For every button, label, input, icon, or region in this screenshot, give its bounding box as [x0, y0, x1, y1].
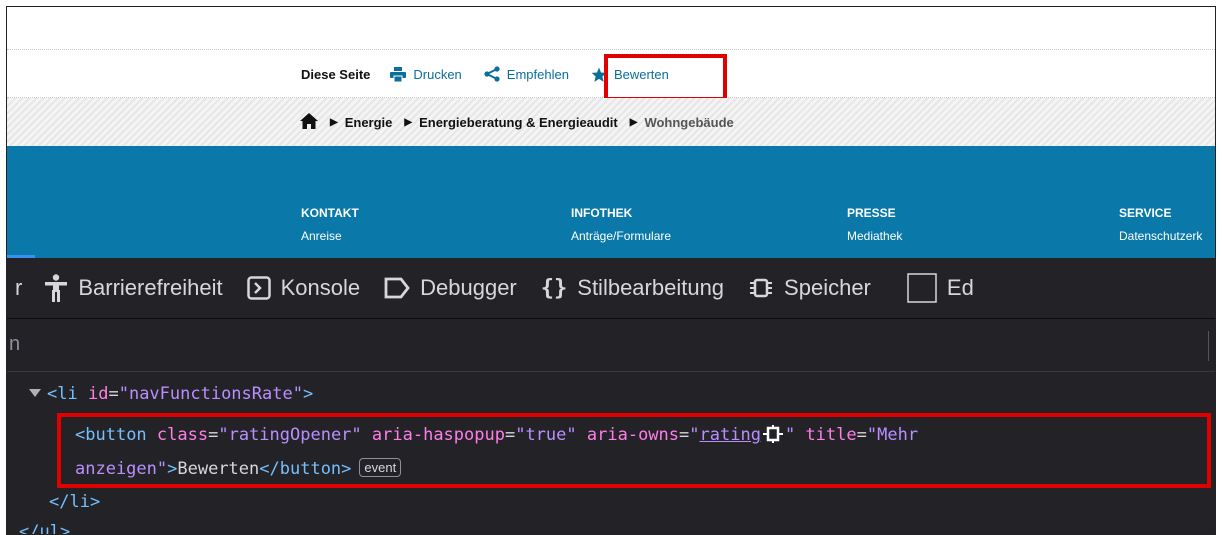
expand-triangle-icon[interactable] [29, 389, 41, 397]
tab-accessibility[interactable]: Barrierefreiheit [44, 274, 223, 302]
nav-link[interactable]: Anreise [301, 229, 359, 243]
style-editor-icon: {} [540, 275, 568, 301]
rate-highlight-box [604, 54, 727, 101]
share-link[interactable]: Empfehlen [484, 66, 569, 82]
devtools-tab-bar: r Barrierefreiheit Konsole Debugger {} S… [7, 258, 1215, 318]
tab-label: r [15, 275, 23, 300]
nav-column-infothek: INFOTHEK Anträge/Formulare [571, 206, 671, 243]
nav-heading[interactable]: PRESSE [847, 206, 902, 220]
home-icon[interactable] [300, 112, 318, 132]
site-header-top [7, 7, 1215, 50]
nav-link[interactable]: Mediathek [847, 229, 902, 243]
tab-console[interactable]: Konsole [246, 275, 361, 301]
accessibility-icon [44, 274, 68, 302]
debugger-icon [384, 277, 410, 299]
print-link[interactable]: Drucken [390, 66, 462, 82]
tab-label: Stilbearbeitung [577, 275, 725, 300]
page-functions-bar: Diese Seite Drucken Empfehlen Bewerten [7, 50, 1215, 101]
tab-label: Debugger [420, 275, 517, 300]
button-highlight-box [57, 413, 1211, 488]
breadcrumb-item-energieberatung[interactable]: Energieberatung & Energieaudit [419, 115, 618, 130]
tab-label: Barrierefreiheit [78, 275, 223, 300]
tab-debugger[interactable]: Debugger [384, 275, 517, 301]
search-text: n [9, 333, 21, 355]
share-icon [484, 66, 500, 82]
breadcrumb-separator-icon: ▶ [629, 116, 638, 128]
nav-heading[interactable]: KONTAKT [301, 206, 359, 220]
nav-link[interactable]: Datenschutzerk [1119, 229, 1202, 243]
memory-icon [748, 276, 774, 300]
tree-node-li-close[interactable]: </li> [49, 492, 100, 512]
breadcrumb-current: Wohngebäude [644, 114, 734, 130]
print-icon [390, 66, 407, 82]
nav-column-presse: PRESSE Mediathek [847, 206, 902, 243]
breadcrumb-separator-icon: ▶ [330, 116, 338, 128]
tab-inspector[interactable]: r [15, 275, 22, 301]
console-icon [246, 276, 271, 300]
checkbox-icon [907, 273, 937, 303]
nav-column-kontakt: KONTAKT Anreise [301, 206, 359, 243]
footer-navigation: KONTAKT Anreise INFOTHEK Anträge/Formula… [7, 146, 1215, 258]
breadcrumb-bar: ▶ Energie ▶ Energieberatung & Energieaud… [7, 98, 1215, 146]
breadcrumb-separator-icon: ▶ [404, 116, 413, 128]
nav-heading[interactable]: INFOTHEK [571, 206, 671, 220]
breadcrumb: ▶ Energie ▶ Energieberatung & Energieaud… [300, 98, 734, 146]
tree-node-ul-close[interactable]: </ul> [19, 522, 70, 534]
nav-column-service: SERVICE Datenschutzerk [1119, 206, 1202, 243]
devtools-search-bar[interactable]: n [7, 318, 1215, 372]
functions-label: Diese Seite [301, 66, 371, 82]
tab-label: Ed [946, 275, 974, 300]
toolbar-divider [1208, 331, 1209, 361]
tab-label: Speicher [784, 275, 871, 300]
tab-label: Konsole [280, 275, 361, 300]
tree-node-li[interactable]: <li id="navFunctionsRate"> [29, 384, 313, 404]
tab-style-editor[interactable]: {} Stilbearbeitung [541, 275, 724, 301]
share-label: Empfehlen [506, 66, 569, 82]
breadcrumb-item-energie[interactable]: Energie [345, 115, 393, 130]
nav-heading[interactable]: SERVICE [1119, 206, 1202, 220]
nav-link[interactable]: Anträge/Formulare [571, 229, 671, 243]
tab-editor[interactable]: Ed [907, 273, 974, 303]
print-label: Drucken [413, 66, 462, 82]
dom-tree: <li id="navFunctionsRate"> <button class… [7, 372, 1215, 534]
tab-memory[interactable]: Speicher [748, 275, 871, 301]
screenshot-frame: Diese Seite Drucken Empfehlen Bewerten ▶… [6, 6, 1216, 535]
